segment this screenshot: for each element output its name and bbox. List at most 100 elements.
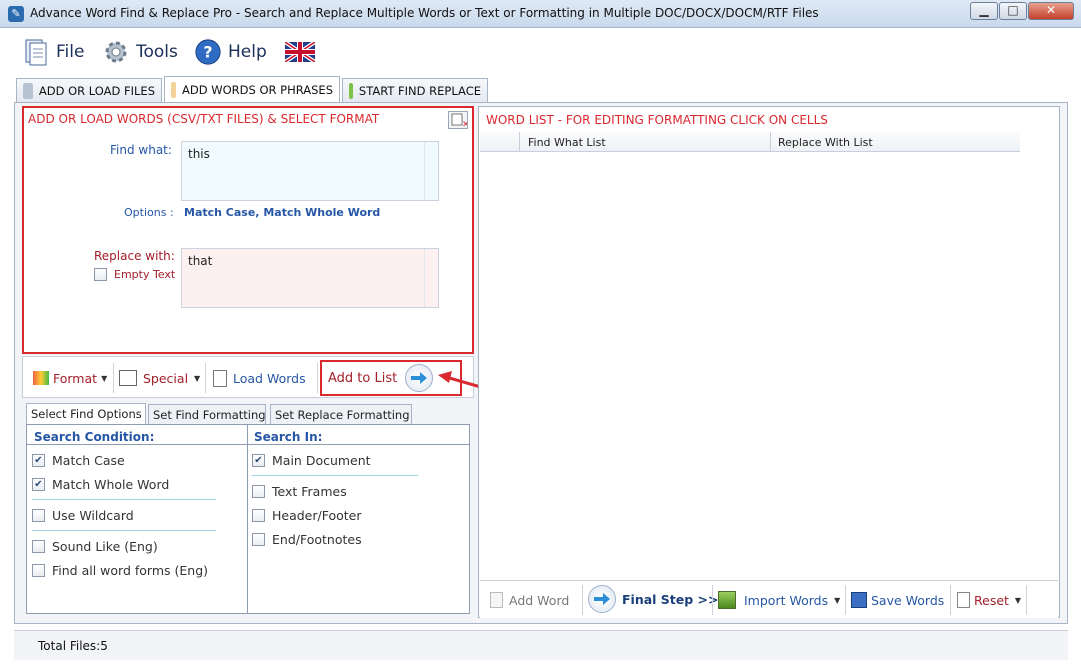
checkbox-box (32, 509, 45, 522)
close-button[interactable]: ✕ (1028, 2, 1074, 20)
find-what-label: Find what: (110, 143, 172, 157)
reset-button[interactable]: Reset ▼ (957, 587, 1021, 613)
separator (32, 530, 216, 531)
word-list-title: WORD LIST - FOR EDITING FORMATTING CLICK… (486, 113, 828, 127)
minimize-button[interactable]: ▁ (970, 2, 998, 20)
total-files-status: Total Files:5 (38, 639, 108, 653)
tab-add-words-or-phrases[interactable]: ADD WORDS OR PHRASES (164, 76, 340, 102)
checkbox-label: Use Wildcard (52, 508, 134, 523)
add-panel-title: ADD OR LOAD WORDS (CSV/TXT FILES) & SELE… (28, 112, 380, 126)
add-words-panel: ADD OR LOAD WORDS (CSV/TXT FILES) & SELE… (22, 106, 474, 354)
title-bar: ✎ Advance Word Find & Replace Pro - Sear… (0, 0, 1081, 28)
main-document-checkbox[interactable]: ✔ Main Document (252, 453, 371, 468)
add-word-button[interactable]: Add Word (490, 587, 569, 613)
special-icon (119, 370, 137, 386)
checkbox-box (94, 268, 107, 281)
final-step-label: Final Step >> (622, 591, 719, 607)
find-what-value: this (188, 147, 210, 161)
save-words-button[interactable]: Save Words (851, 587, 944, 613)
checkbox-label: Sound Like (Eng) (52, 539, 158, 554)
tab-label: ADD WORDS OR PHRASES (182, 82, 333, 97)
word-list-grid-header: Find What List Replace With List (480, 132, 1020, 152)
chevron-down-icon: ▼ (1014, 595, 1022, 605)
add-word-label: Add Word (509, 592, 570, 608)
clear-icon[interactable]: ✕ (448, 111, 470, 130)
menu-help-label: Help (228, 42, 267, 62)
checkbox-label: Main Document (272, 453, 371, 468)
maximize-button[interactable]: □ (999, 2, 1027, 20)
column-divider (770, 132, 771, 152)
column-replace-with[interactable]: Replace With List (778, 136, 873, 149)
tab-start-find-replace[interactable]: START FIND REPLACE (342, 78, 488, 102)
menu-file-label: File (56, 42, 85, 62)
separator (950, 585, 951, 615)
checkbox-box (252, 509, 265, 522)
separator (712, 585, 713, 615)
checkbox-box (252, 485, 265, 498)
arrow-right-icon (588, 585, 616, 613)
checkbox-box: ✔ (252, 454, 265, 467)
menu-tools[interactable]: Tools (102, 36, 178, 68)
import-words-button[interactable]: Import Words ▼ (718, 587, 840, 613)
find-what-input[interactable]: this (181, 141, 439, 201)
special-button[interactable]: Special ▼ (119, 365, 200, 391)
separator (113, 363, 114, 393)
checkbox-label: Header/Footer (272, 508, 362, 523)
files-icon (23, 82, 33, 99)
empty-text-label: Empty Text (114, 268, 176, 281)
find-options-box: Search Condition: Search In: ✔ Match Case… (26, 424, 470, 614)
checkbox-label: Find all word forms (Eng) (52, 563, 208, 578)
reset-label: Reset (974, 592, 1009, 608)
match-case-checkbox[interactable]: ✔ Match Case (32, 453, 125, 468)
tab-select-find-options[interactable]: Select Find Options (26, 403, 146, 424)
uk-flag-icon[interactable] (283, 40, 317, 64)
chevron-down-icon: ▼ (834, 595, 841, 605)
end-footnotes-checkbox[interactable]: End/Footnotes (252, 532, 362, 547)
search-condition-header: Search Condition: (34, 430, 155, 444)
column-find-what[interactable]: Find What List (528, 136, 606, 149)
format-icon (33, 371, 49, 385)
status-bar: Total Files:5 (14, 630, 1068, 660)
word-toolbar: Format ▼ Special ▼ Load Words Add to Lis… (22, 356, 474, 398)
search-in-header: Search In: (254, 430, 323, 444)
format-label: Format (53, 370, 98, 386)
menu-bar: File Tools ? Help (0, 28, 1081, 76)
word-list-toolbar: Add Word Final Step >> Import Words ▼ Sa… (480, 580, 1058, 618)
save-icon (851, 592, 867, 608)
tab-set-replace-formatting[interactable]: Set Replace Formatting (270, 404, 412, 424)
special-label: Special (143, 370, 189, 386)
gear-icon (102, 38, 130, 66)
checkbox-label: Match Whole Word (52, 477, 170, 492)
chevron-down-icon: ▼ (194, 373, 201, 383)
load-words-button[interactable]: Load Words (213, 365, 306, 391)
use-wildcard-checkbox[interactable]: Use Wildcard (32, 508, 134, 523)
menu-help[interactable]: ? Help (194, 36, 267, 68)
header-footer-checkbox[interactable]: Header/Footer (252, 508, 362, 523)
format-button[interactable]: Format ▼ (33, 365, 107, 391)
separator (252, 475, 418, 476)
checkbox-box (252, 533, 265, 546)
final-step-button[interactable]: Final Step >> (588, 585, 719, 613)
window-title: Advance Word Find & Replace Pro - Search… (30, 6, 819, 20)
text-frames-checkbox[interactable]: Text Frames (252, 484, 347, 499)
checkbox-label: End/Footnotes (272, 532, 362, 547)
replace-with-input[interactable]: that (181, 248, 439, 308)
svg-text:?: ? (203, 43, 212, 62)
add-to-list-label: Add to List (328, 370, 398, 386)
empty-text-checkbox[interactable]: Empty Text (94, 268, 175, 281)
sound-like-checkbox[interactable]: Sound Like (Eng) (32, 539, 158, 554)
separator (317, 363, 318, 393)
chevron-down-icon: ▼ (101, 373, 108, 383)
separator (1026, 585, 1027, 615)
separator (32, 499, 216, 500)
replace-scrollbar[interactable] (424, 249, 438, 307)
menu-file[interactable]: File (22, 36, 84, 68)
tab-set-find-formatting[interactable]: Set Find Formatting (148, 404, 266, 424)
svg-text:✕: ✕ (462, 120, 467, 128)
checkbox-label: Text Frames (272, 484, 347, 499)
find-all-word-forms-checkbox[interactable]: Find all word forms (Eng) (32, 563, 208, 578)
tab-add-or-load-files[interactable]: ADD OR LOAD FILES (16, 78, 162, 102)
find-scrollbar[interactable] (424, 142, 438, 200)
reset-icon (957, 592, 970, 608)
match-whole-word-checkbox[interactable]: ✔ Match Whole Word (32, 477, 169, 492)
